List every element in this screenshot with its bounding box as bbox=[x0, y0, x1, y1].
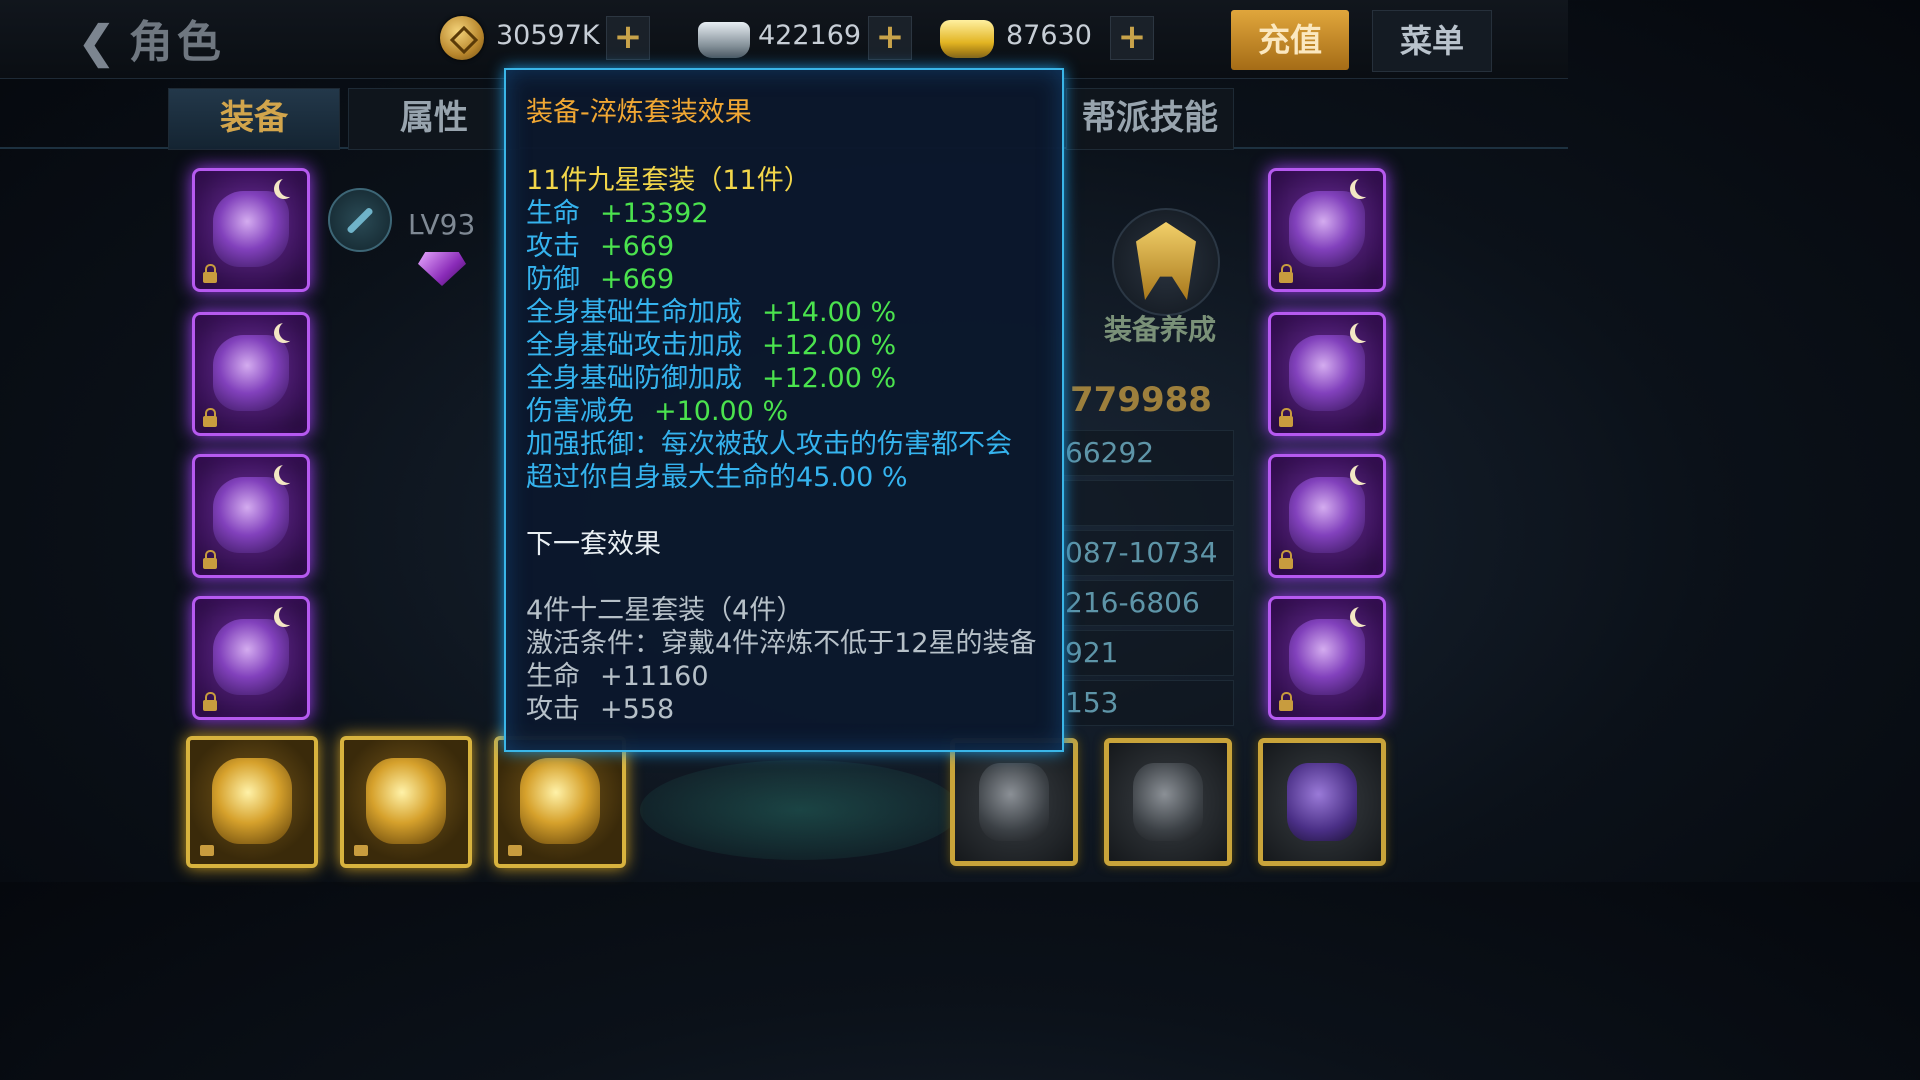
equip-slot-right-3[interactable] bbox=[1268, 454, 1386, 578]
recharge-button[interactable]: 充值 bbox=[1231, 10, 1349, 70]
current-set-header: 11件九星套装（11件） bbox=[526, 165, 811, 196]
equip-slot-bottom-4[interactable] bbox=[950, 738, 1078, 866]
lock-icon bbox=[203, 408, 217, 427]
cloak-art-icon bbox=[979, 763, 1049, 841]
set-stat-line: 全身基础攻击加成 +12.00 % bbox=[526, 330, 897, 361]
gold-amount: 87630 bbox=[1006, 20, 1092, 51]
moon-icon bbox=[1355, 605, 1375, 625]
tab-equipment[interactable]: 装备 bbox=[168, 88, 340, 150]
tab-guild-skills[interactable]: 帮派技能 bbox=[1066, 88, 1234, 150]
equip-slot-left-1[interactable] bbox=[192, 168, 310, 292]
page-title: 角色 bbox=[128, 17, 225, 68]
special-effect-line-2: 超过你自身最大生命的45.00 % bbox=[526, 462, 908, 493]
equip-slot-right-2[interactable] bbox=[1268, 312, 1386, 436]
equip-slot-bottom-2[interactable] bbox=[340, 736, 472, 868]
lock-icon bbox=[203, 692, 217, 711]
equip-slot-bottom-5[interactable] bbox=[1104, 738, 1232, 866]
next-set-stat-line: 攻击 +558 bbox=[526, 694, 675, 725]
boots-art-icon bbox=[213, 619, 289, 695]
combat-power: 779988 bbox=[1070, 380, 1212, 420]
gold-emblem-art-icon bbox=[520, 758, 600, 844]
ring-art-icon bbox=[1289, 477, 1365, 553]
moon-icon bbox=[279, 321, 299, 341]
moon-icon bbox=[1355, 177, 1375, 197]
set-effect-tooltip: 装备-淬炼套装效果 11件九星套装（11件） 生命 +13392 攻击 +669 防… bbox=[504, 68, 1064, 752]
equipment-cultivate-label[interactable]: 装备养成 bbox=[1104, 308, 1216, 348]
next-set-condition: 激活条件：穿戴4件淬炼不低于12星的装备 bbox=[526, 628, 1037, 659]
token-art-icon bbox=[1289, 619, 1365, 695]
character-platform bbox=[640, 760, 960, 860]
armor-art-icon bbox=[213, 191, 289, 267]
next-set-header: 4件十二星套装（4件） bbox=[526, 595, 804, 626]
costume-art-icon bbox=[1287, 763, 1357, 841]
gold-wing-art-icon bbox=[366, 758, 446, 844]
gold-ingot-icon bbox=[940, 20, 994, 58]
moon-icon bbox=[1355, 463, 1375, 483]
set-stat-line: 全身基础生命加成 +14.00 % bbox=[526, 297, 897, 328]
lock-icon bbox=[203, 264, 217, 283]
lock-icon bbox=[1279, 692, 1293, 711]
set-stat-line: 生命 +13392 bbox=[526, 198, 709, 229]
silver-ingot-icon bbox=[698, 22, 750, 58]
equip-slot-bottom-1[interactable] bbox=[186, 736, 318, 868]
back-arrow-icon: ❮ bbox=[78, 17, 119, 68]
lock-icon bbox=[1279, 264, 1293, 283]
lock-icon bbox=[1279, 408, 1293, 427]
set-stat-line: 伤害减免 +10.00 % bbox=[526, 396, 789, 427]
set-stat-line: 攻击 +669 bbox=[526, 231, 675, 262]
equip-slot-right-4[interactable] bbox=[1268, 596, 1386, 720]
next-set-stat-line: 生命 +11160 bbox=[526, 661, 709, 692]
add-coin-button[interactable]: + bbox=[606, 16, 650, 60]
equip-slot-left-2[interactable] bbox=[192, 312, 310, 436]
stat-row: 216-6806 bbox=[1062, 580, 1234, 626]
tooltip-title: 装备-淬炼套装效果 bbox=[526, 97, 752, 128]
mount-art-icon bbox=[1133, 763, 1203, 841]
coin-amount: 30597K bbox=[496, 20, 600, 51]
equip-slot-bottom-3[interactable] bbox=[494, 736, 626, 868]
equip-slot-left-4[interactable] bbox=[192, 596, 310, 720]
moon-icon bbox=[279, 463, 299, 483]
moon-icon bbox=[279, 605, 299, 625]
gold-armor-art-icon bbox=[212, 758, 292, 844]
special-effect-line-1: 加强抵御：每次被敌人攻击的伤害都不会 bbox=[526, 429, 1012, 460]
stat-row: 66292 bbox=[1062, 430, 1234, 476]
set-stat-line: 防御 +669 bbox=[526, 264, 675, 295]
moon-icon bbox=[1355, 321, 1375, 341]
helmet-icon[interactable] bbox=[1112, 208, 1220, 316]
lock-icon bbox=[203, 550, 217, 569]
back-button[interactable]: ❮ 角色 bbox=[78, 6, 225, 70]
silver-amount: 422169 bbox=[758, 20, 862, 51]
next-set-title: 下一套效果 bbox=[526, 529, 661, 560]
pants-art-icon bbox=[213, 477, 289, 553]
lock-icon bbox=[354, 845, 368, 856]
equip-slot-left-3[interactable] bbox=[192, 454, 310, 578]
add-gold-button[interactable]: + bbox=[1110, 16, 1154, 60]
equip-slot-bottom-6[interactable] bbox=[1258, 738, 1386, 866]
tab-attributes[interactable]: 属性 bbox=[348, 88, 520, 150]
stat-row: 087-10734 bbox=[1062, 530, 1234, 576]
stat-row: 921 bbox=[1062, 630, 1234, 676]
add-silver-button[interactable]: + bbox=[868, 16, 912, 60]
set-stat-line: 全身基础防御加成 +12.00 % bbox=[526, 363, 897, 394]
gem-icon bbox=[418, 252, 466, 286]
belt-art-icon bbox=[213, 335, 289, 411]
coin-icon bbox=[440, 16, 484, 60]
character-level: LV93 bbox=[408, 208, 476, 241]
moon-icon bbox=[279, 177, 299, 197]
stat-row: 153 bbox=[1062, 680, 1234, 726]
equip-slot-right-1[interactable] bbox=[1268, 168, 1386, 292]
necklace-art-icon bbox=[1289, 191, 1365, 267]
lock-icon bbox=[1279, 550, 1293, 569]
menu-button[interactable]: 菜单 bbox=[1372, 10, 1492, 72]
lock-icon bbox=[200, 845, 214, 856]
lock-icon bbox=[508, 845, 522, 856]
ring-art-icon bbox=[1289, 335, 1365, 411]
wrench-icon[interactable] bbox=[328, 188, 392, 252]
stat-row bbox=[1062, 480, 1234, 526]
